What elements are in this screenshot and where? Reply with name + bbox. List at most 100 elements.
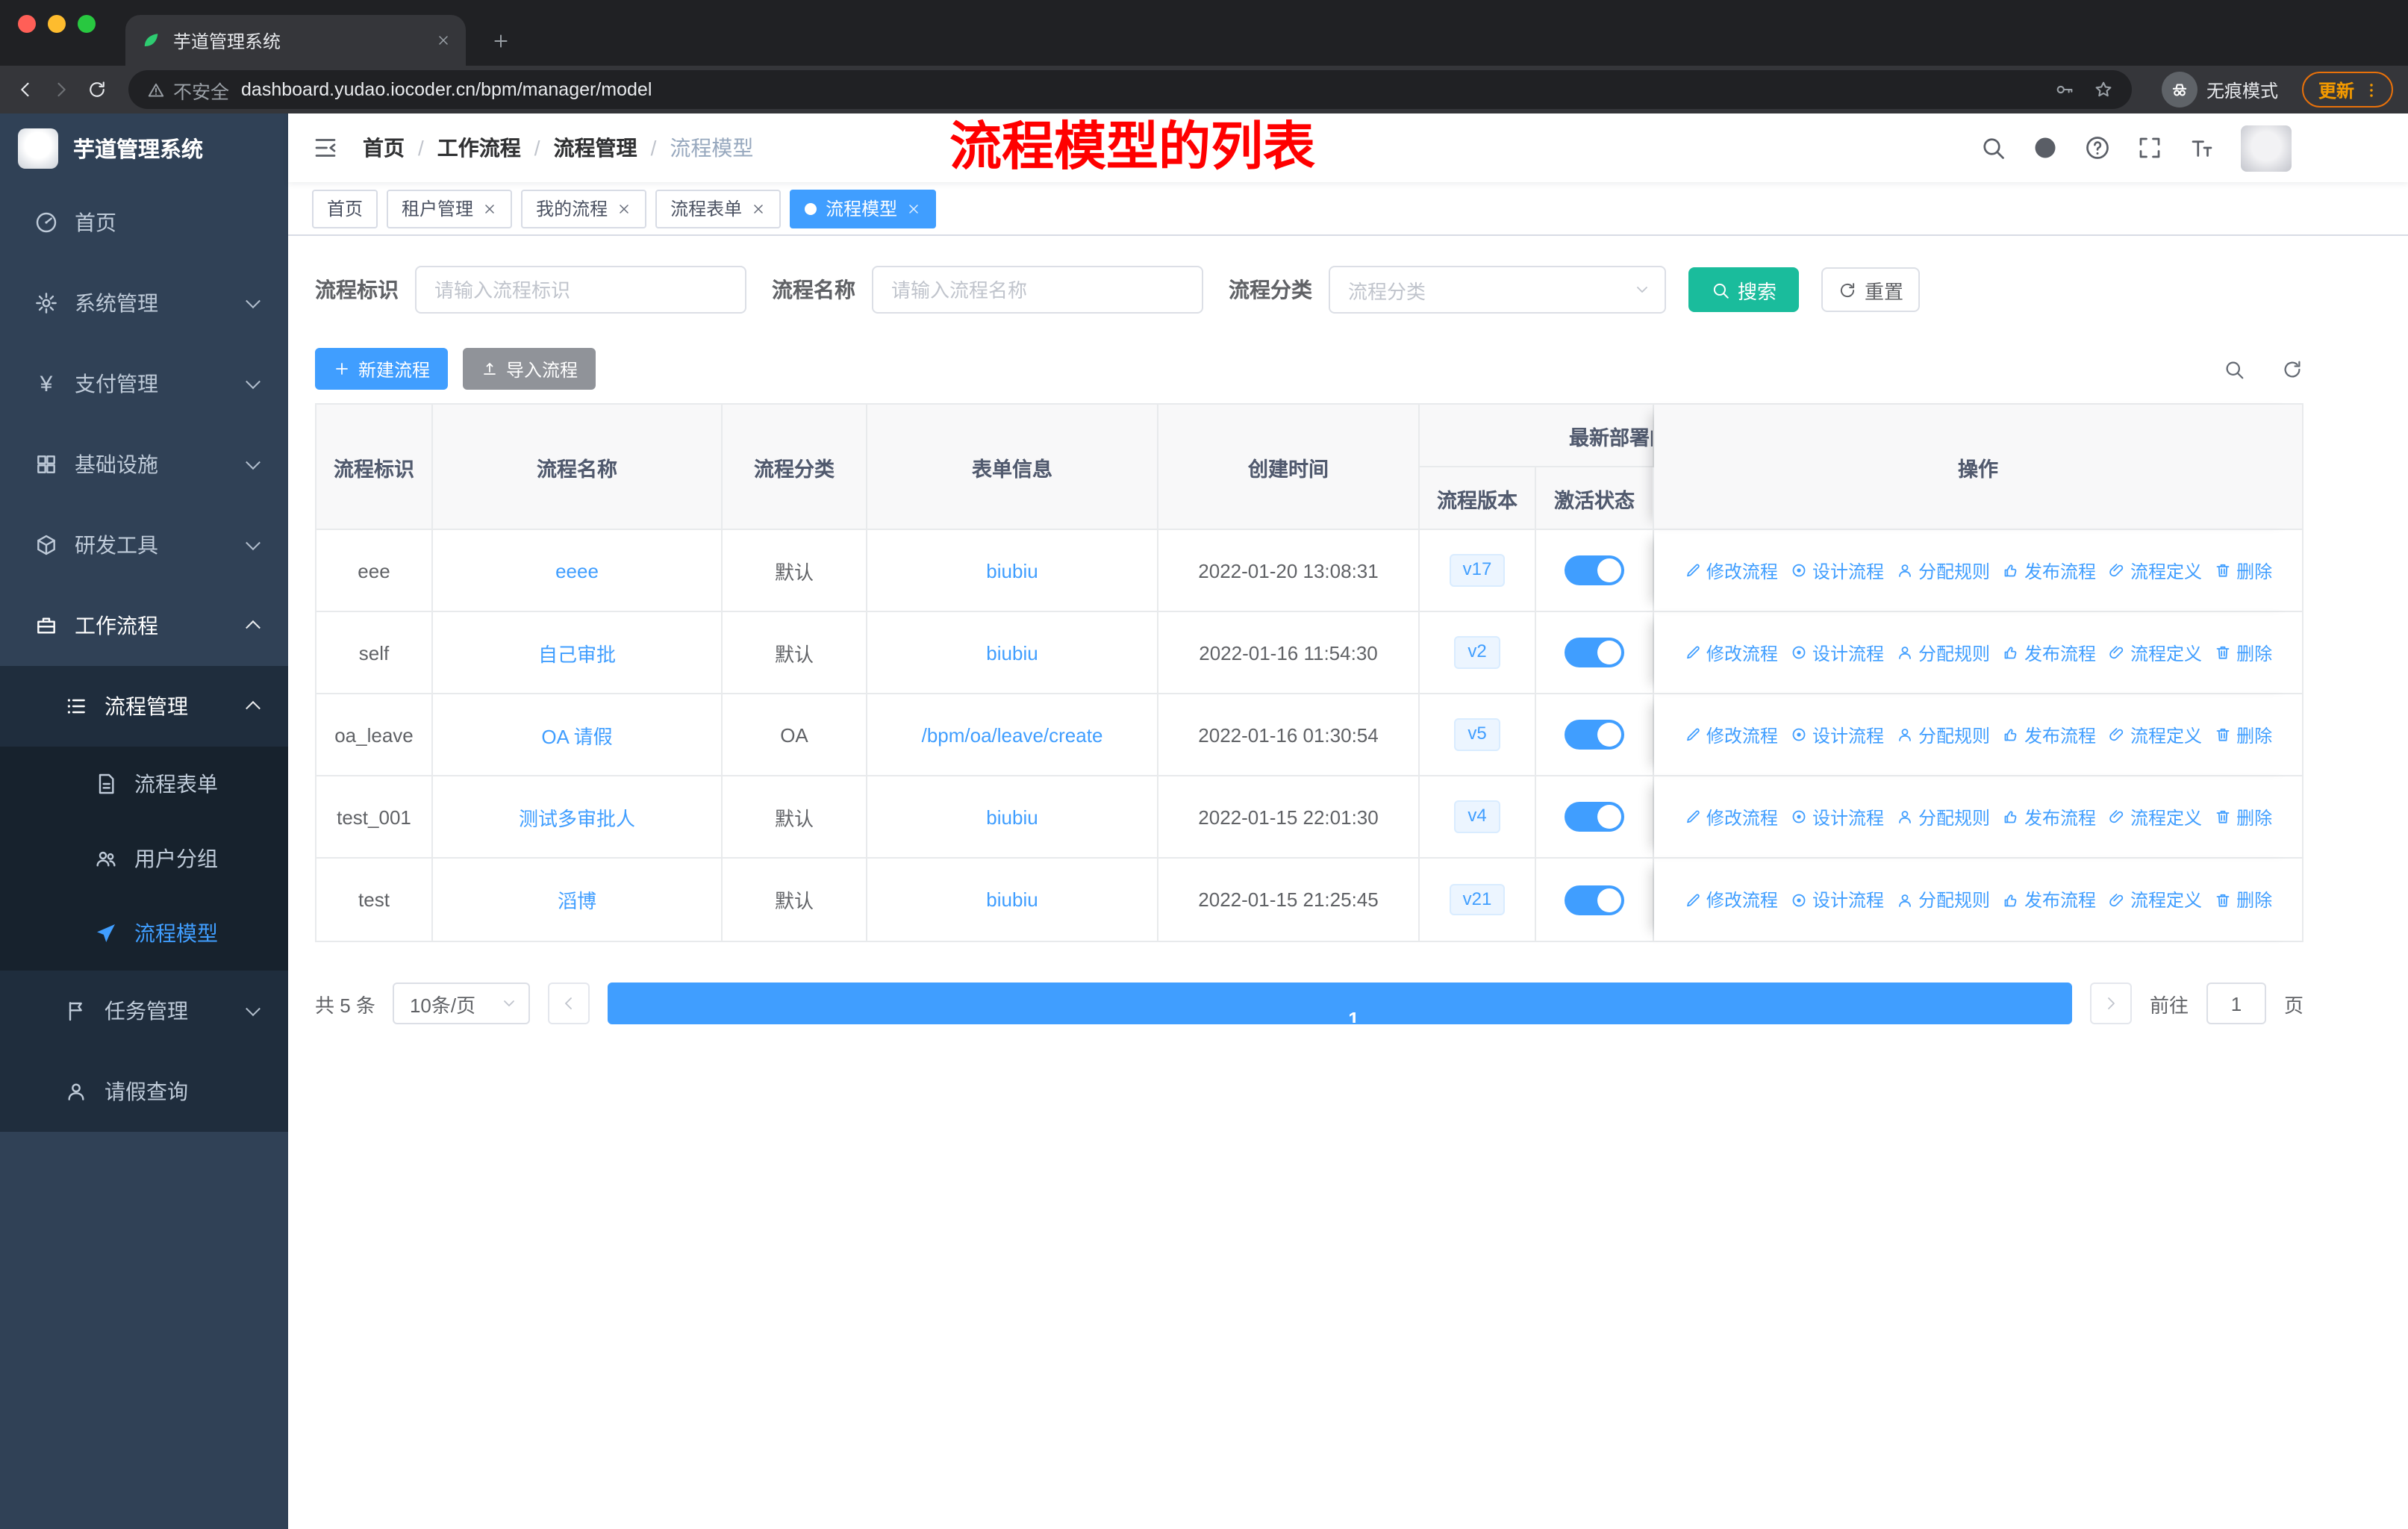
tag-home[interactable]: 首页 bbox=[312, 189, 378, 228]
process-definition-link[interactable]: 流程定义 bbox=[2108, 722, 2202, 747]
design-process-link[interactable]: 设计流程 bbox=[1790, 640, 1884, 665]
active-toggle[interactable] bbox=[1565, 885, 1624, 915]
back-button[interactable] bbox=[15, 79, 36, 100]
sidebar-item-leave-query[interactable]: 请假查询 bbox=[0, 1051, 288, 1132]
sidebar-item-process-mgmt[interactable]: 流程管理 bbox=[0, 666, 288, 747]
process-name-link[interactable]: eeee bbox=[555, 559, 599, 582]
github-icon[interactable] bbox=[2032, 134, 2059, 161]
sidebar-item-process-form[interactable]: 流程表单 bbox=[0, 747, 288, 821]
reset-button[interactable]: 重置 bbox=[1821, 267, 1920, 312]
search-button[interactable]: 搜索 bbox=[1688, 267, 1799, 312]
delete-link[interactable]: 删除 bbox=[2214, 558, 2272, 583]
modify-process-link[interactable]: 修改流程 bbox=[1684, 804, 1778, 829]
delete-link[interactable]: 删除 bbox=[2214, 887, 2272, 912]
import-process-button[interactable]: 导入流程 bbox=[463, 348, 596, 390]
publish-process-link[interactable]: 发布流程 bbox=[2002, 722, 2096, 747]
modify-process-link[interactable]: 修改流程 bbox=[1684, 558, 1778, 583]
goto-page-input[interactable] bbox=[2206, 983, 2266, 1024]
process-definition-link[interactable]: 流程定义 bbox=[2108, 640, 2202, 665]
form-info-link[interactable]: biubiu bbox=[986, 641, 1038, 664]
modify-process-link[interactable]: 修改流程 bbox=[1684, 722, 1778, 747]
assign-rule-link[interactable]: 分配规则 bbox=[1896, 804, 1990, 829]
assign-rule-link[interactable]: 分配规则 bbox=[1896, 558, 1990, 583]
process-name-link[interactable]: OA 请假 bbox=[541, 720, 612, 749]
process-name-link[interactable]: 自己审批 bbox=[538, 638, 616, 667]
sidebar-item-home[interactable]: 首页 bbox=[0, 182, 288, 263]
active-toggle[interactable] bbox=[1565, 555, 1624, 585]
tag-my-process[interactable]: 我的流程 bbox=[521, 189, 647, 228]
new-tab-button[interactable] bbox=[481, 21, 520, 60]
modify-process-link[interactable]: 修改流程 bbox=[1684, 640, 1778, 665]
sidebar-item-task-mgmt[interactable]: 任务管理 bbox=[0, 971, 288, 1051]
form-info-link[interactable]: biubiu bbox=[986, 888, 1038, 911]
publish-process-link[interactable]: 发布流程 bbox=[2002, 804, 2096, 829]
design-process-link[interactable]: 设计流程 bbox=[1790, 722, 1884, 747]
sidebar-item-process-model[interactable]: 流程模型 bbox=[0, 896, 288, 971]
design-process-link[interactable]: 设计流程 bbox=[1790, 804, 1884, 829]
process-id-input[interactable] bbox=[415, 266, 746, 314]
process-definition-link[interactable]: 流程定义 bbox=[2108, 558, 2202, 583]
form-info-link[interactable]: biubiu bbox=[986, 806, 1038, 828]
publish-process-link[interactable]: 发布流程 bbox=[2002, 558, 2096, 583]
chrome-update-button[interactable]: 更新 bbox=[2301, 72, 2393, 108]
active-toggle[interactable] bbox=[1565, 802, 1624, 832]
process-name-input[interactable] bbox=[872, 266, 1203, 314]
form-info-link[interactable]: /bpm/oa/leave/create bbox=[922, 723, 1103, 746]
browser-tab[interactable]: 芋道管理系统 bbox=[125, 15, 466, 66]
close-icon[interactable] bbox=[617, 201, 631, 216]
sidebar-item-devtools[interactable]: 研发工具 bbox=[0, 505, 288, 585]
search-icon[interactable] bbox=[1980, 134, 2006, 161]
tag-process-form[interactable]: 流程表单 bbox=[655, 189, 782, 228]
design-process-link[interactable]: 设计流程 bbox=[1790, 887, 1884, 912]
breadcrumb-workflow[interactable]: 工作流程 bbox=[437, 133, 554, 163]
bookmark-star-icon[interactable] bbox=[2093, 79, 2114, 100]
process-name-link[interactable]: 滔博 bbox=[558, 885, 596, 914]
active-toggle[interactable] bbox=[1565, 720, 1624, 750]
user-avatar[interactable] bbox=[2241, 125, 2292, 171]
design-process-link[interactable]: 设计流程 bbox=[1790, 558, 1884, 583]
refresh-table-icon[interactable] bbox=[2281, 358, 2303, 380]
fullscreen-icon[interactable] bbox=[2136, 134, 2163, 161]
publish-process-link[interactable]: 发布流程 bbox=[2002, 887, 2096, 912]
assign-rule-link[interactable]: 分配规则 bbox=[1896, 640, 1990, 665]
process-definition-link[interactable]: 流程定义 bbox=[2108, 887, 2202, 912]
tag-process-model[interactable]: 流程模型 bbox=[790, 189, 937, 228]
sidebar-item-system[interactable]: 系统管理 bbox=[0, 263, 288, 343]
breadcrumb-home[interactable]: 首页 bbox=[363, 133, 437, 163]
collapse-sidebar-icon[interactable] bbox=[312, 134, 339, 161]
delete-link[interactable]: 删除 bbox=[2214, 804, 2272, 829]
create-process-button[interactable]: 新建流程 bbox=[315, 348, 449, 390]
close-icon[interactable] bbox=[482, 201, 497, 216]
tag-tenant-mgmt[interactable]: 租户管理 bbox=[387, 189, 513, 228]
key-icon[interactable] bbox=[2054, 79, 2075, 100]
font-size-icon[interactable] bbox=[2189, 134, 2215, 161]
next-page-button[interactable] bbox=[2089, 983, 2132, 1024]
process-definition-link[interactable]: 流程定义 bbox=[2108, 804, 2202, 829]
sidebar-item-payment[interactable]: ¥ 支付管理 bbox=[0, 343, 288, 424]
prev-page-button[interactable] bbox=[548, 983, 590, 1024]
page-number-button[interactable]: 1 bbox=[608, 983, 2072, 1024]
process-category-select[interactable]: 流程分类 bbox=[1329, 266, 1666, 314]
delete-link[interactable]: 删除 bbox=[2214, 722, 2272, 747]
minimize-window-button[interactable] bbox=[48, 15, 66, 33]
forward-button[interactable] bbox=[51, 79, 72, 100]
page-size-select[interactable]: 10条/页 bbox=[393, 983, 531, 1024]
active-toggle[interactable] bbox=[1565, 638, 1624, 667]
toggle-search-icon[interactable] bbox=[2223, 358, 2245, 380]
assign-rule-link[interactable]: 分配规则 bbox=[1896, 722, 1990, 747]
process-name-link[interactable]: 测试多审批人 bbox=[519, 803, 635, 831]
breadcrumb-process-mgmt[interactable]: 流程管理 bbox=[554, 133, 670, 163]
site-security[interactable]: 不安全 bbox=[146, 75, 229, 104]
sidebar-item-user-group[interactable]: 用户分组 bbox=[0, 821, 288, 896]
close-window-button[interactable] bbox=[18, 15, 36, 33]
tab-close-icon[interactable] bbox=[436, 33, 451, 48]
modify-process-link[interactable]: 修改流程 bbox=[1684, 887, 1778, 912]
form-info-link[interactable]: biubiu bbox=[986, 559, 1038, 582]
close-icon[interactable] bbox=[751, 201, 766, 216]
address-bar[interactable]: 不安全 dashboard.yudao.iocoder.cn/bpm/manag… bbox=[128, 70, 2132, 109]
assign-rule-link[interactable]: 分配规则 bbox=[1896, 887, 1990, 912]
publish-process-link[interactable]: 发布流程 bbox=[2002, 640, 2096, 665]
delete-link[interactable]: 删除 bbox=[2214, 640, 2272, 665]
sidebar-item-infra[interactable]: 基础设施 bbox=[0, 424, 288, 505]
menu-dots-icon[interactable] bbox=[2362, 80, 2381, 99]
